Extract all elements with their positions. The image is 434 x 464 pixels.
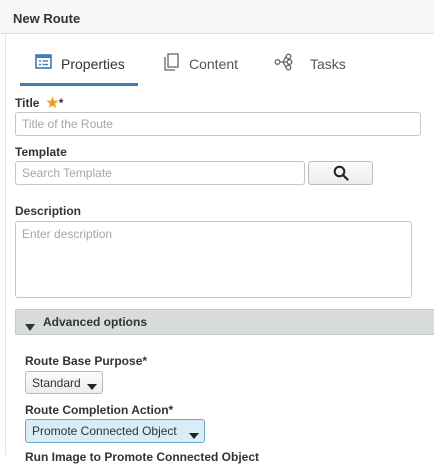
content-icon: [163, 53, 181, 71]
route-base-purpose-select[interactable]: Standard: [25, 371, 103, 394]
advanced-options-toggle[interactable]: Advanced options: [15, 309, 434, 335]
description-textarea[interactable]: [15, 221, 412, 298]
next-field-label-partial: Run Image to Promote Connected Object: [25, 450, 260, 464]
route-completion-action-label: Route Completion Action*: [25, 403, 174, 417]
dialog-header: New Route: [0, 0, 434, 34]
tasks-icon: [274, 53, 294, 71]
tab-tasks-label: Tasks: [310, 56, 346, 72]
tab-content-label: Content: [189, 56, 239, 72]
route-base-purpose-label: Route Base Purpose*: [25, 354, 148, 368]
collapse-triangle-icon: [25, 319, 35, 337]
title-label: Title *: [15, 96, 64, 112]
chevron-down-icon: [87, 380, 97, 394]
route-base-purpose-value: Standard: [32, 376, 81, 390]
template-label: Template: [15, 145, 67, 159]
tab-tasks[interactable]: Tasks: [268, 34, 352, 86]
dialog-title: New Route: [13, 11, 81, 26]
required-asterisk: *: [58, 96, 64, 110]
title-input[interactable]: [15, 112, 421, 136]
chevron-down-icon: [189, 429, 199, 443]
tab-properties[interactable]: Properties: [20, 34, 138, 86]
template-search-input[interactable]: [15, 161, 305, 185]
active-tab-indicator: [20, 83, 138, 86]
template-search-button[interactable]: [308, 161, 373, 185]
tab-properties-label: Properties: [61, 56, 125, 72]
advanced-options-label: Advanced options: [43, 315, 148, 329]
required-star-icon: [46, 96, 59, 112]
tab-bar: Properties Content Tasks: [6, 34, 434, 86]
description-label: Description: [15, 204, 82, 218]
tab-content[interactable]: Content: [156, 34, 252, 86]
route-completion-action-value: Promote Connected Object: [32, 424, 177, 438]
panel-border: [5, 34, 6, 455]
route-completion-action-select[interactable]: Promote Connected Object: [25, 419, 205, 443]
properties-icon: [35, 53, 53, 71]
